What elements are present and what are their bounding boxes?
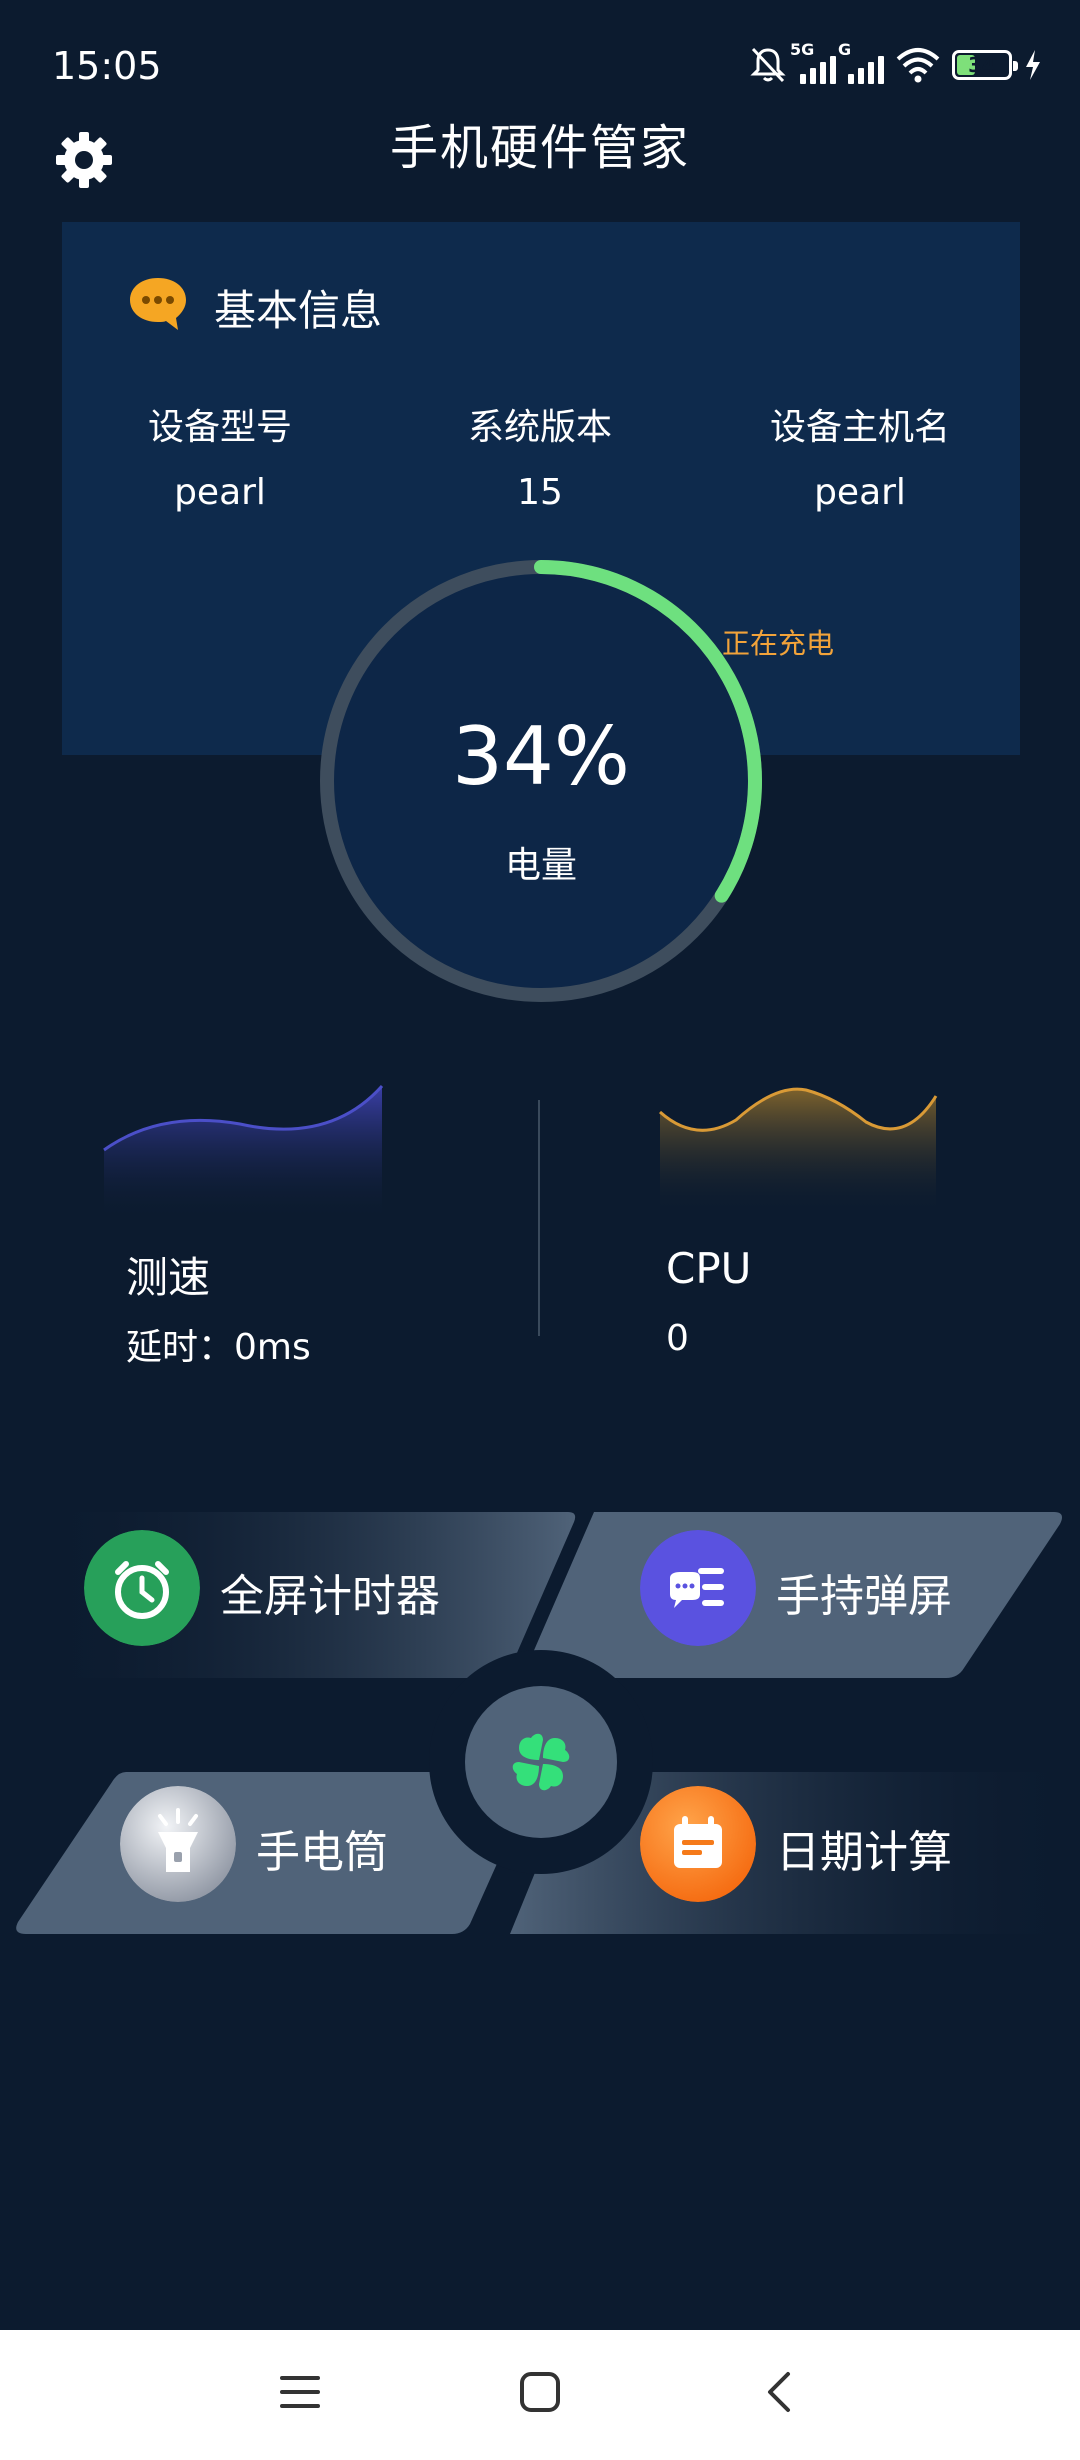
home-square-icon[interactable]	[518, 2370, 562, 2414]
latency-value: 延时：0ms	[126, 1327, 311, 1368]
system-version-label: 系统版本	[467, 407, 612, 448]
battery-label: 电量	[504, 845, 577, 886]
tile-handheld-popup[interactable]: 手持弹屏	[620, 1508, 1040, 1668]
signal-5g-icon: 5G	[790, 40, 836, 84]
flashlight-icon	[120, 1786, 236, 1902]
tile-date-calculator[interactable]: 日期计算	[620, 1772, 1040, 1932]
info-card-title: 基本信息	[214, 286, 383, 335]
stats-divider	[538, 1100, 540, 1336]
tile-fullscreen-timer[interactable]: 全屏计时器	[64, 1508, 504, 1668]
battery-icon: 34	[952, 50, 1018, 80]
device-model-label: 设备型号	[147, 407, 292, 448]
tile-label-popup: 手持弹屏	[776, 1571, 952, 1622]
app-title: 手机硬件管家	[389, 120, 690, 176]
calendar-icon	[640, 1786, 756, 1902]
system-navigation-bar	[0, 2330, 1080, 2460]
menu-icon[interactable]	[278, 2370, 322, 2414]
speed-wave-graphic	[103, 1084, 384, 1220]
system-version-value: 15	[517, 472, 563, 513]
device-hostname-label: 设备主机名	[769, 407, 950, 448]
mute-bell-icon	[750, 47, 786, 83]
cpu-wave-graphic	[659, 1087, 938, 1214]
cpu-label: CPU	[666, 1244, 752, 1293]
status-icons: 5G G 34	[748, 40, 1042, 88]
tile-label-timer: 全屏计时器	[220, 1571, 440, 1622]
chat-list-icon	[640, 1530, 756, 1646]
device-hostname-column: 设备主机名 pearl	[710, 398, 1010, 513]
tile-label-flashlight: 手电筒	[256, 1827, 388, 1878]
signal-g-icon: G	[838, 40, 884, 84]
device-model-value: pearl	[174, 472, 266, 513]
charging-status: 正在充电	[722, 627, 835, 660]
charging-bolt-icon	[1026, 50, 1040, 80]
device-model-column: 设备型号 pearl	[70, 398, 370, 513]
alarm-clock-icon	[84, 1530, 200, 1646]
cpu-value: 0	[666, 1318, 689, 1359]
wifi-icon	[896, 48, 940, 83]
back-chevron-icon[interactable]	[758, 2370, 802, 2414]
status-time: 15:05	[52, 44, 162, 88]
system-version-column: 系统版本 15	[390, 398, 690, 513]
device-hostname-value: pearl	[814, 472, 906, 513]
chat-bubble-icon	[130, 278, 186, 330]
battery-percent: 34%	[452, 710, 630, 803]
tile-flashlight[interactable]: 手电筒	[100, 1772, 520, 1932]
speed-test-label: 测速	[126, 1253, 211, 1302]
tile-label-date: 日期计算	[776, 1827, 952, 1878]
